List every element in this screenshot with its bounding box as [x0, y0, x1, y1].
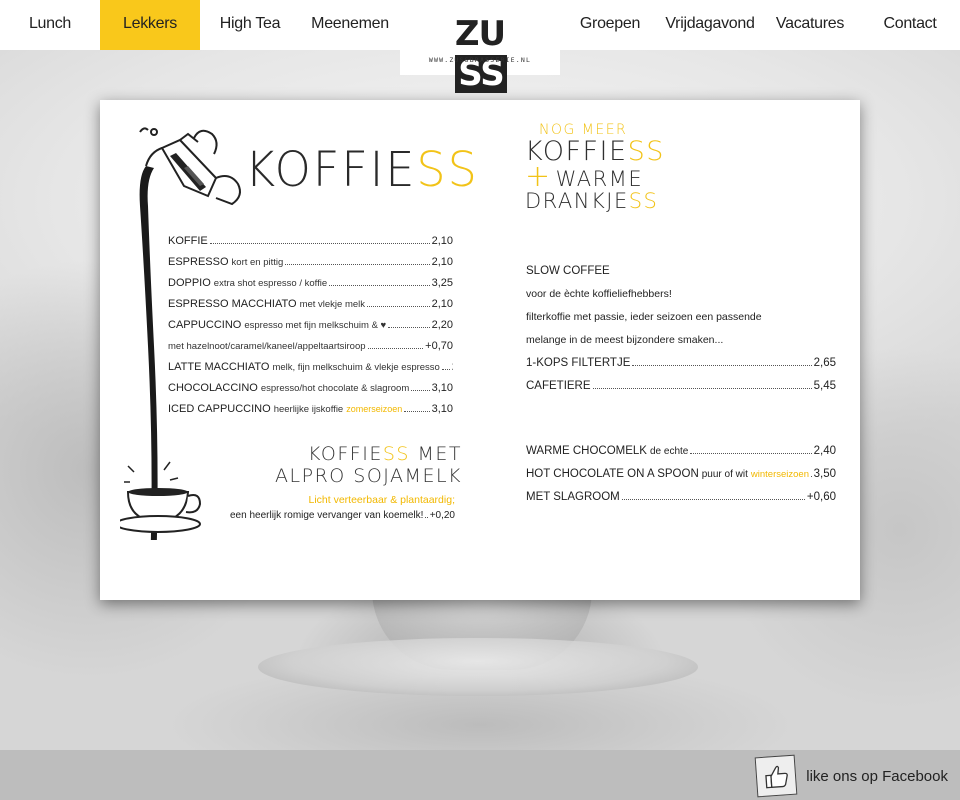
warm-drink-item: WARME CHOCOMELK de echte 2,40 — [526, 445, 836, 457]
warm-drink-item: MET SLAGROOM +0,60 — [526, 491, 836, 503]
alpro-price-row: een heerlijk romige vervanger van koemel… — [230, 510, 455, 521]
logo-wordmark: ZUSS — [454, 14, 507, 94]
slow-coffee-line: voor de èchte koffieliefhebbers! — [526, 288, 672, 300]
coffee-menu-item: LATTE MACCHIATO melk, fijn melkschuim & v… — [168, 361, 453, 382]
nav-item-contact[interactable]: Contact — [860, 0, 960, 50]
coffee-menu-item: ESPRESSO kort en pittig 2,10 — [168, 256, 453, 268]
logo-url: WWW.ZUSSBRASSERIE.NL — [428, 56, 532, 64]
warm-drinks-section: WARME CHOCOMELK de echte 2,40 HOT CHOCOLAT… — [526, 440, 836, 509]
thumbs-up-icon — [754, 754, 798, 798]
coffee-menu-item: ESPRESSO MACCHIATO met vlekje melk 2,10 — [168, 298, 453, 310]
menu-card: KOFFIESS KOFFIE 2,10 ESPRESSO kort en pitti… — [100, 100, 860, 600]
alpro-subtitle: Licht verteerbaar & plantaardig; — [308, 494, 455, 506]
coffee-menu-item: CAPPUCCINO espresso met fijn melkschuim &… — [168, 319, 453, 331]
footer: like ons op Facebook — [0, 750, 960, 800]
logo[interactable]: ZUSS WWW.ZUSSBRASSERIE.NL — [400, 0, 560, 94]
nav-item-groepen[interactable]: Groepen — [560, 0, 660, 50]
slow-coffee-section: SLOW COFFEE voor de èchte koffieliefhebb… — [526, 260, 836, 398]
coffee-price-list: KOFFIE 2,10 ESPRESSO kort en pittig 2,10 DOPP… — [168, 235, 453, 424]
background-saucer — [258, 638, 698, 696]
coffee-menu-item: ICED CAPPUCCINO heerlijke ijskoffie zomers… — [168, 403, 453, 415]
nav-item-vrijdagavond[interactable]: Vrijdagavond — [660, 0, 760, 50]
coffee-menu-item: met hazelnoot/caramel/kaneel/appeltaarts… — [168, 340, 453, 352]
warm-drink-item: HOT CHOCOLATE ON A SPOON puur of wit winte… — [526, 468, 836, 480]
nav-item-meenemen[interactable]: Meenemen — [300, 0, 400, 50]
koffiess-title: KOFFIESS — [245, 140, 479, 198]
coffee-menu-item: CHOCOLACCINO espresso/hot chocolate & sla… — [168, 382, 453, 394]
nav-item-vacatures[interactable]: Vacatures — [760, 0, 860, 50]
facebook-like-link[interactable]: like ons op Facebook — [754, 754, 948, 798]
nav-item-lunch[interactable]: Lunch — [0, 0, 100, 50]
slow-coffee-title: SLOW COFFEE — [526, 265, 610, 277]
facebook-like-label: like ons op Facebook — [806, 767, 948, 785]
coffee-menu-item: KOFFIE 2,10 — [168, 235, 453, 247]
nav-item-high-tea[interactable]: High Tea — [200, 0, 300, 50]
slow-coffee-line: melange in de meest bijzondere smaken... — [526, 334, 724, 346]
slow-coffee-item: 1-KOPS FILTERTJE 2,65 — [526, 357, 836, 369]
alpro-title: KOFFIESS MET ALPRO SOJAMELK — [275, 443, 462, 487]
right-heading: NOG MEER KOFFIESS + WARME DRANKJESS — [525, 122, 665, 213]
nav-item-lekkers[interactable]: Lekkers — [100, 0, 200, 50]
coffee-menu-item: DOPPIO extra shot espresso / koffie 3,25 — [168, 277, 453, 289]
slow-coffee-line: filterkoffie met passie, ieder seizoen e… — [526, 311, 762, 323]
slow-coffee-item: CAFETIERE 5,45 — [526, 380, 836, 392]
